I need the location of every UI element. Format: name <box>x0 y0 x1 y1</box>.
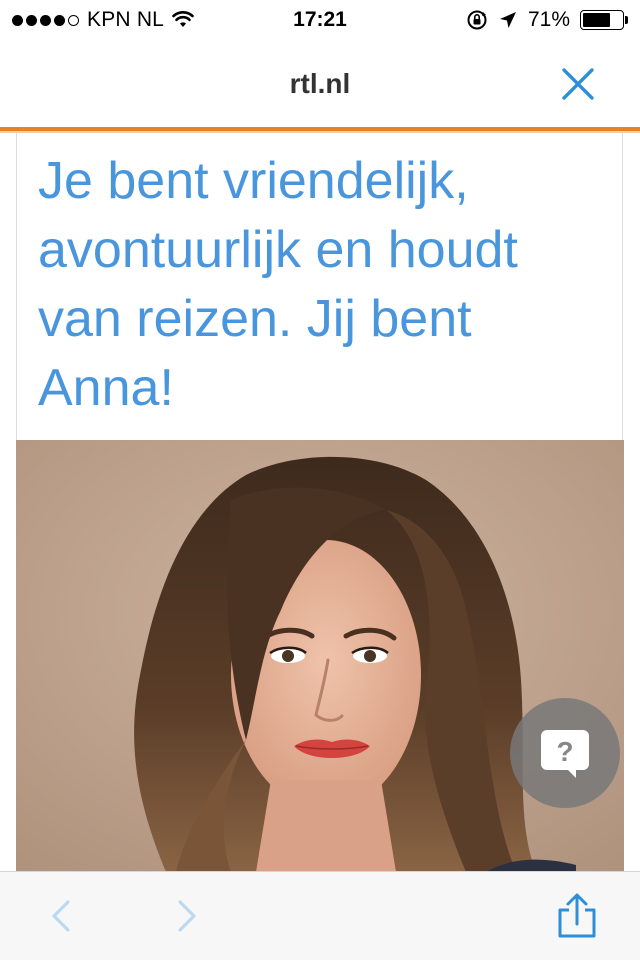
rotation-lock-icon <box>467 10 487 30</box>
help-button[interactable]: ? <box>510 698 620 808</box>
battery-percent: 71% <box>527 8 570 31</box>
chevron-right-icon[interactable] <box>164 894 208 938</box>
chevron-left-icon[interactable] <box>40 894 84 938</box>
browser-screen: KPN NL 17:21 71% rtl.nl Je bent vriendel… <box>0 0 640 960</box>
share-icon[interactable] <box>554 892 600 940</box>
status-right: 71% <box>466 8 628 32</box>
card-border <box>622 133 623 441</box>
help-symbol: ? <box>556 736 573 767</box>
browser-toolbar <box>0 871 640 960</box>
question-bubble-icon: ? <box>541 730 589 778</box>
close-icon[interactable] <box>560 66 596 102</box>
quiz-result-heading: Je bent vriendelijk, avontuurlijk en hou… <box>38 152 518 417</box>
card-border <box>16 133 17 441</box>
location-arrow-icon <box>499 12 516 28</box>
page-url-title[interactable]: rtl.nl <box>0 68 640 100</box>
browser-nav-bar: rtl.nl <box>0 40 640 128</box>
battery-icon <box>580 10 628 30</box>
status-bar: KPN NL 17:21 71% <box>0 0 640 40</box>
